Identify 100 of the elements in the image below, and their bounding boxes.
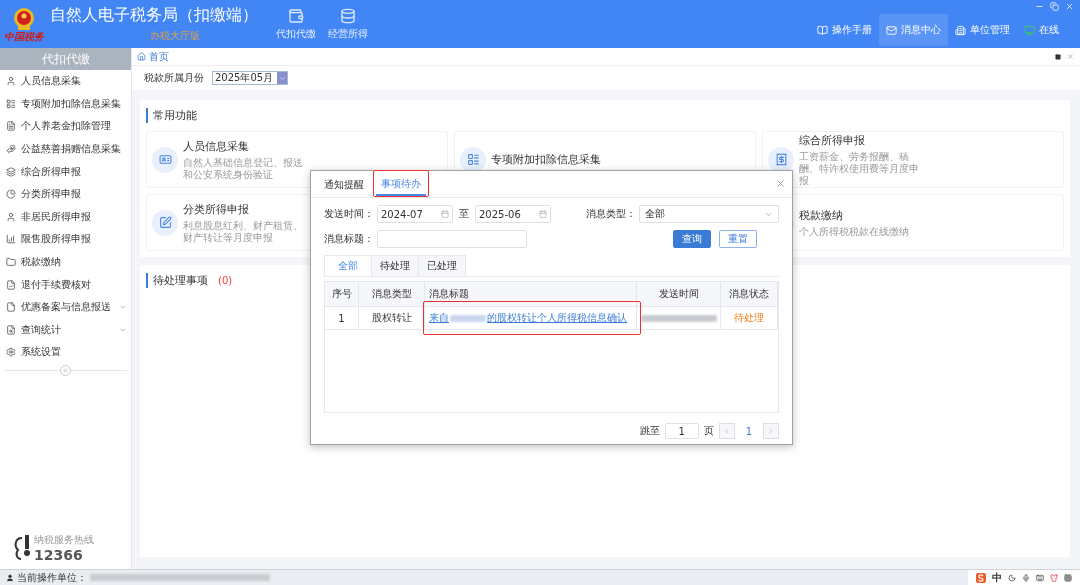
sidebar-item[interactable]: 分类所得申报: [0, 182, 131, 206]
breadcrumb-link[interactable]: 首页: [149, 49, 169, 64]
field-label: 至: [459, 207, 469, 221]
tile-title: 税款缴纳: [799, 207, 844, 223]
field-label: 消息标题：: [324, 232, 374, 246]
file-icon: [6, 302, 16, 313]
emblem-icon: [12, 6, 36, 31]
header-action[interactable]: 操作手册: [810, 14, 879, 46]
sidebar-item[interactable]: 查询统计: [0, 318, 131, 342]
sidebar-item[interactable]: 个人养老金扣除管理: [0, 115, 131, 138]
tile-title: 专项附加扣除信息采集: [491, 152, 601, 167]
mail-icon: [886, 24, 897, 36]
table-cell: 1: [325, 307, 359, 329]
sidebar-item[interactable]: 非居民所得申报: [0, 205, 131, 229]
edit-icon: [152, 209, 178, 236]
sidebar-item[interactable]: 限售股所得申报: [0, 228, 131, 251]
manual-icon: [817, 24, 828, 36]
page-input[interactable]: 1: [664, 423, 699, 439]
document-check-icon: [6, 279, 16, 290]
hotline-label: 纳税服务热线: [34, 533, 94, 547]
coin-stack-icon: [340, 7, 356, 24]
period-label: 税款所属月份: [144, 71, 204, 85]
keyboard-icon: [1036, 573, 1044, 582]
calendar-icon: [539, 210, 547, 218]
list-icon: [6, 98, 16, 109]
wallet-icon: [288, 7, 304, 24]
sidebar-title: 代扣代缴: [0, 48, 131, 70]
table-cell: 股权转让: [359, 307, 425, 329]
chevron-down-icon: [278, 74, 286, 82]
file-search-icon: [6, 324, 16, 335]
column-header: 序号: [325, 282, 359, 306]
mic-icon: [1022, 573, 1030, 582]
collapse-button[interactable]: [60, 364, 71, 376]
column-header: 发送时间: [637, 282, 721, 306]
document-icon: [6, 121, 16, 132]
month-field[interactable]: 2025年05月: [212, 71, 288, 85]
filter-tab[interactable]: 已处理: [418, 255, 466, 276]
hand-heart-icon: [6, 144, 16, 155]
hotline-number: 12366: [34, 547, 84, 563]
sidebar-item[interactable]: 公益慈善捐赠信息采集: [0, 137, 131, 161]
logo-text: 中国税务: [4, 30, 44, 42]
search-button[interactable]: 查询: [673, 230, 711, 248]
header-action[interactable]: 单位管理: [948, 14, 1017, 46]
list-icon: [460, 146, 486, 173]
sidebar-item[interactable]: 优惠备案与信息报送: [0, 295, 131, 319]
field-label: 消息类型：: [586, 207, 636, 221]
tile-title: 人员信息采集: [183, 138, 250, 154]
tile-description: 个人所得税税款在线缴纳: [799, 225, 910, 238]
filter-tab[interactable]: 待处理: [371, 255, 419, 276]
sidebar-item[interactable]: 专项附加扣除信息采集: [0, 92, 131, 116]
settings-icon: [6, 347, 16, 358]
edition-label: 办税大厅版: [150, 29, 201, 43]
status-label: 当前操作单位：: [17, 570, 87, 585]
jump-label: 跳至: [639, 424, 660, 438]
reset-button[interactable]: 重置: [719, 230, 757, 248]
status-text: 待处理: [734, 311, 764, 325]
restore-icon[interactable]: [1050, 2, 1059, 11]
sidebar-item[interactable]: 税款缴纳: [0, 250, 131, 274]
page-label: 页: [703, 424, 714, 438]
double-chevron-left-icon: [62, 366, 69, 374]
date-field[interactable]: 2025-06: [475, 205, 551, 223]
close-icon[interactable]: [1067, 53, 1074, 60]
calendar-icon: [441, 210, 449, 218]
title-input[interactable]: [377, 230, 527, 248]
sidebar-item[interactable]: 人员信息采集: [0, 70, 131, 93]
moon-icon: [1008, 573, 1016, 582]
chevron-right-icon: [767, 427, 775, 435]
ime-mode: 中: [992, 570, 1002, 585]
page-number[interactable]: 1: [739, 425, 758, 437]
filter-tab[interactable]: 全部: [324, 255, 372, 276]
dialog-tab[interactable]: 事项待办: [376, 174, 426, 196]
receipt-icon: [768, 146, 794, 173]
section-title: 常用功能: [153, 108, 197, 123]
user-icon: [6, 76, 16, 87]
tile-title: 分类所得申报: [183, 201, 250, 217]
shirt-icon: [1050, 573, 1058, 582]
user-icon: [6, 211, 16, 222]
header-action[interactable]: 在线: [1017, 14, 1066, 46]
monitor-icon: [1024, 24, 1035, 36]
sidebar-item[interactable]: 综合所得申报: [0, 160, 131, 183]
folder-icon: [6, 257, 16, 268]
user-icon: [6, 573, 14, 582]
close-icon[interactable]: [775, 178, 786, 189]
sidebar-item[interactable]: 退付手续费核对: [0, 273, 131, 296]
tile-title: 综合所得申报: [799, 132, 866, 148]
maximize-icon[interactable]: [1055, 53, 1061, 60]
sidebar-item[interactable]: 系统设置: [0, 341, 131, 364]
previous-page-button[interactable]: [718, 423, 735, 439]
tile-description: 工资薪金、劳务报酬、稿酬、特许权使用费等月度申报: [799, 150, 920, 187]
bar-chart-icon: [6, 234, 16, 245]
message-link[interactable]: 来自 的股权转让个人所得税信息确认: [429, 311, 627, 325]
date-field[interactable]: 2024-07: [377, 205, 453, 223]
type-select[interactable]: 全部: [639, 205, 779, 223]
building-icon: [955, 24, 966, 36]
headset-icon: [12, 534, 32, 562]
next-page-button[interactable]: [763, 423, 779, 439]
grid-icon: [1064, 573, 1072, 582]
tile-description: 自然人基础信息登记、报送和公安系统身份验证: [183, 156, 304, 181]
column-header: 消息状态: [721, 282, 778, 306]
pie-chart-icon: [6, 189, 16, 200]
